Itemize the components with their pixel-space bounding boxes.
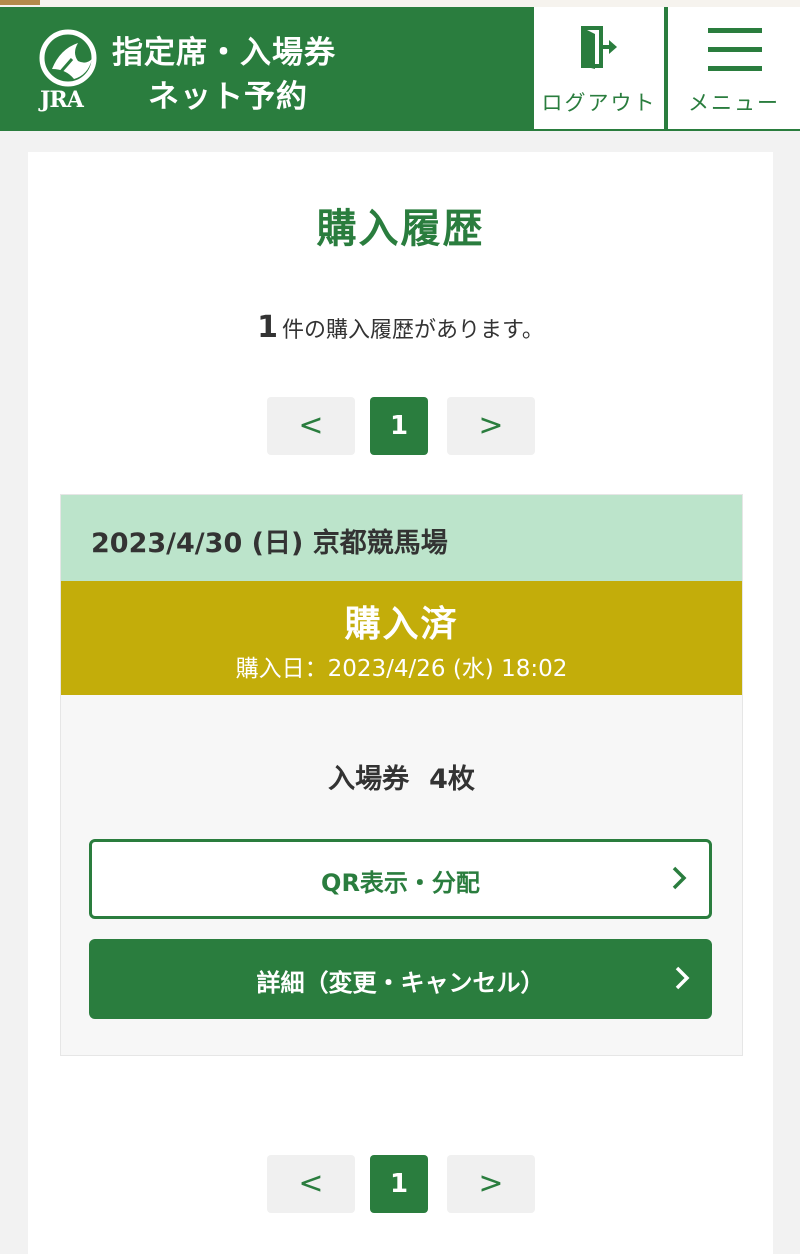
history-count-number: 1 [257,310,279,345]
qr-display-button[interactable]: QR表示・分配 [89,839,712,919]
top-strip-accent [0,0,40,5]
menu-label: メニュー [688,91,780,115]
pagination-next-button[interactable]: > [447,397,535,455]
ticket-summary: 入場券 4枚 [61,757,742,796]
top-strip [0,0,800,7]
pagination-page-button[interactable]: 1 [370,1155,428,1213]
chevron-right-icon [672,866,687,890]
status-badge: 購入済 [344,604,459,645]
purchase-date: 購入日：2023/4/26 (水) 18:02 [235,656,568,682]
ticket-quantity: 4枚 [429,764,475,795]
main-card: 購入履歴 1 件の購入履歴があります。 < 1 > 2023/4/30 (日) 京… [28,152,773,1254]
logout-button[interactable]: ログアウト [534,7,664,129]
history-item: 2023/4/30 (日) 京都競馬場 購入済 購入日：2023/4/26 (水… [60,494,743,1056]
menu-button[interactable]: メニュー [668,7,800,129]
race-date: 2023/4/30 (日) 京都競馬場 [91,528,448,559]
detail-label: 詳細（変更・キャンセル） [256,969,545,997]
pagination-next-button[interactable]: > [447,1155,535,1213]
pagination-page-button[interactable]: 1 [370,397,428,455]
logout-label: ログアウト [541,91,657,115]
logout-door-icon [581,26,617,69]
pagination-prev-button[interactable]: < [267,1155,355,1213]
site-title-line1: 指定席・入場券 [112,35,336,71]
pagination-top: < 1 > [267,397,535,455]
history-count: 1 件の購入履歴があります。 [28,310,773,345]
site-title-line2: ネット予約 [148,79,308,115]
history-count-text: 件の購入履歴があります。 [282,318,544,343]
status-banner: 購入済 購入日：2023/4/26 (水) 18:02 [61,581,742,695]
pagination-prev-button[interactable]: < [267,397,355,455]
detail-button[interactable]: 詳細（変更・キャンセル） [89,939,712,1019]
history-item-header: 2023/4/30 (日) 京都競馬場 [61,495,742,581]
ticket-type: 入場券 [328,764,410,795]
logo-text: JRA [40,87,84,113]
pagination-bottom: < 1 > [267,1155,535,1213]
qr-display-label: QR表示・分配 [321,869,480,897]
site-header: JRA 指定席・入場券 ネット予約 ログアウト メニュー [0,7,800,131]
hamburger-menu-icon [708,28,762,71]
chevron-right-icon [675,966,690,990]
page-title: 購入履歴 [316,206,485,252]
